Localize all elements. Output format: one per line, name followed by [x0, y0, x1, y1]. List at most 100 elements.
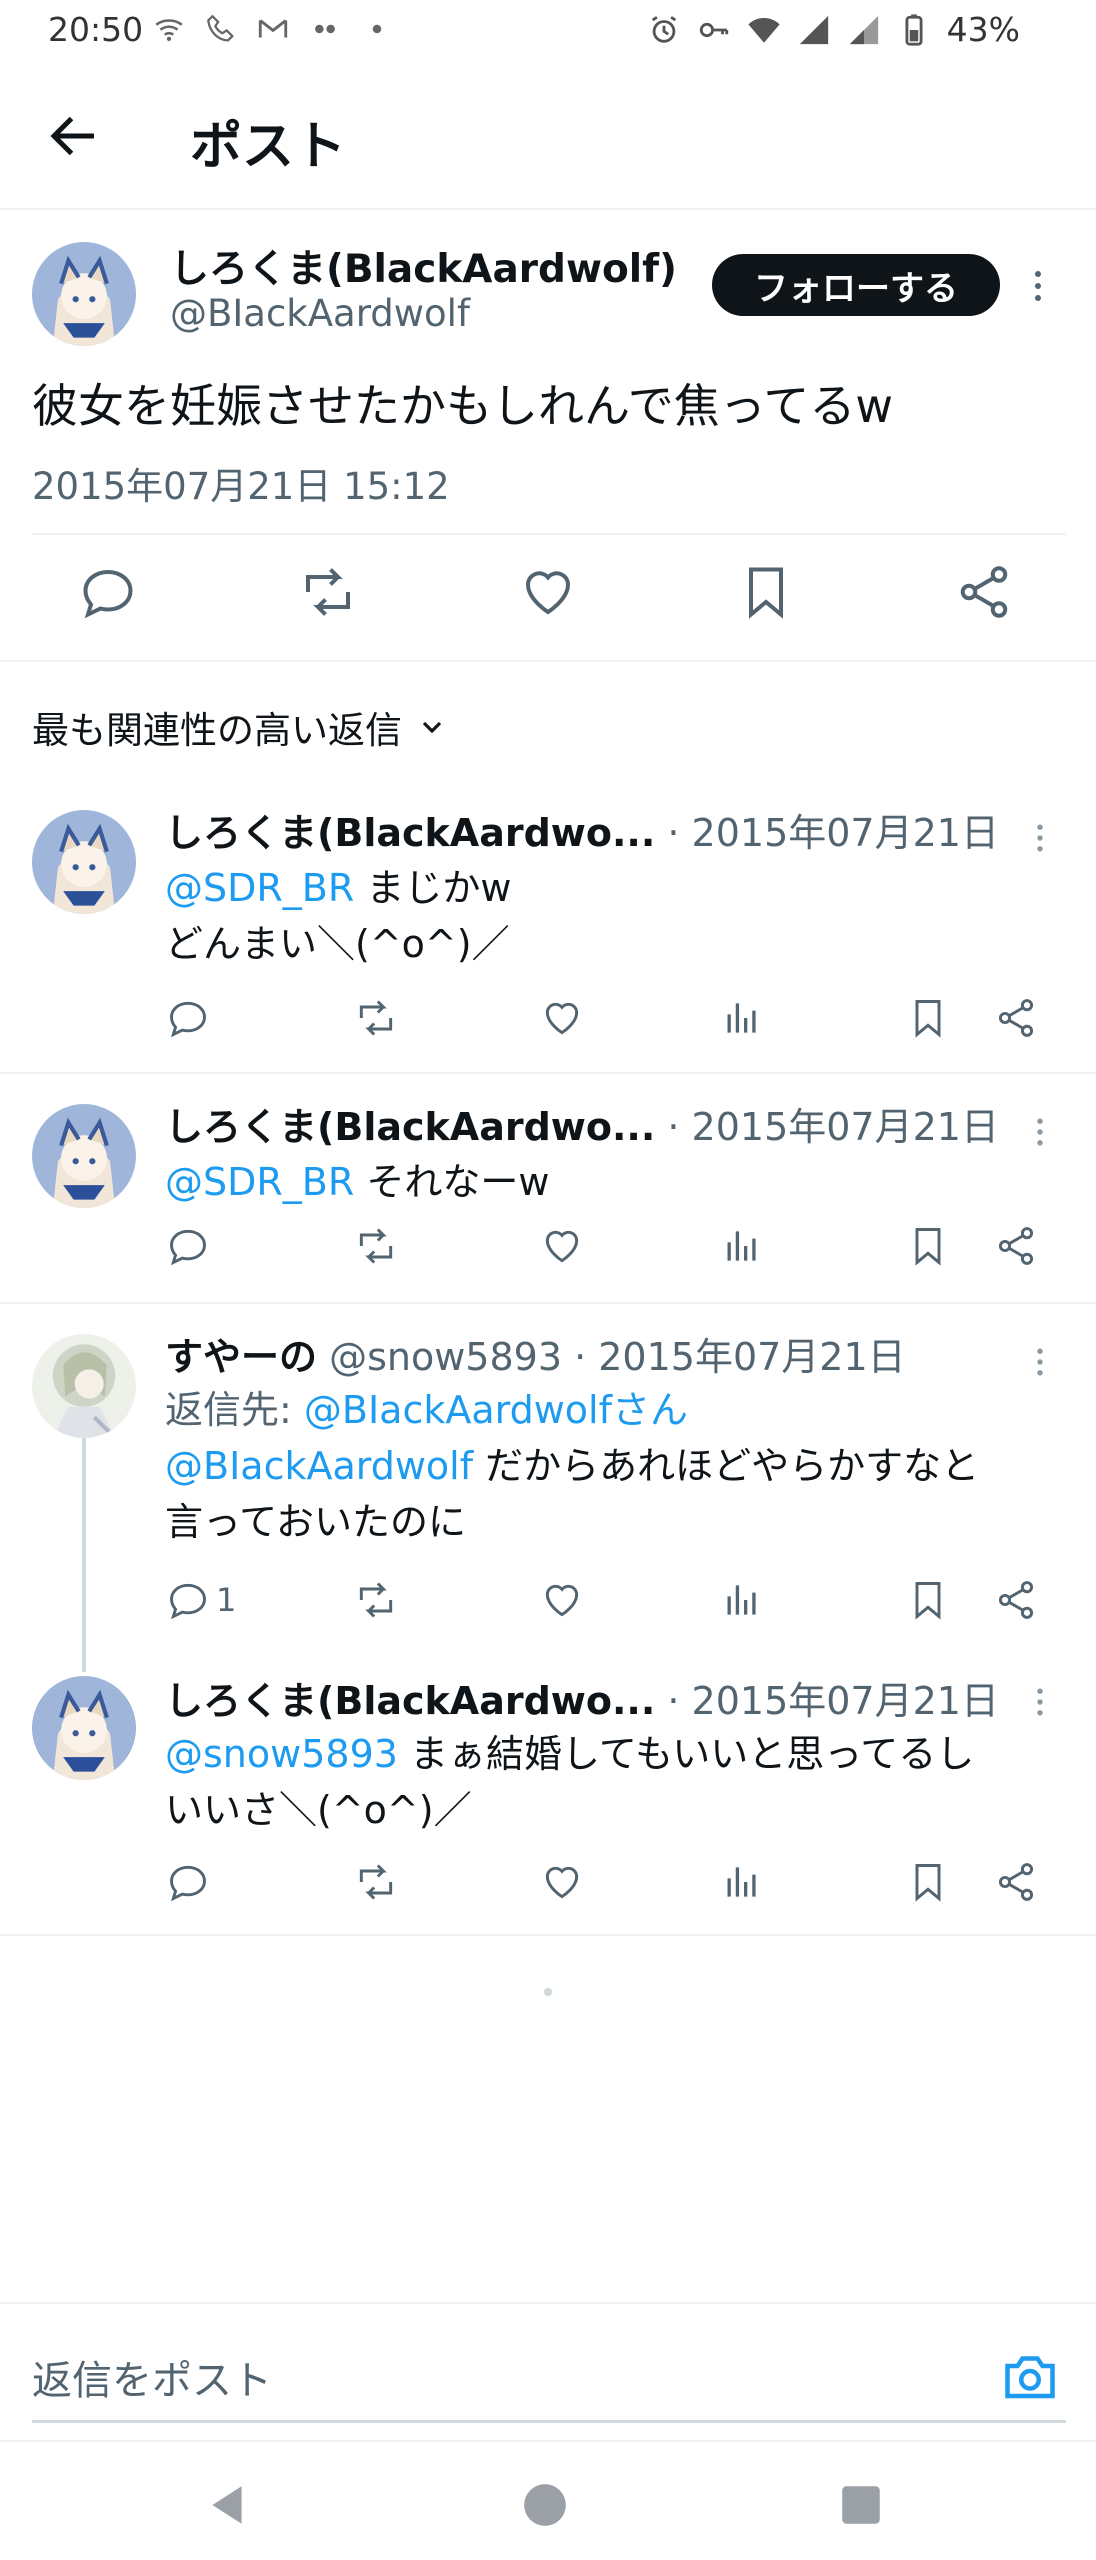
reply-author-name[interactable]: すやーの [165, 1335, 317, 1379]
reply-actions: 1 [0, 1576, 1096, 1632]
like-button[interactable] [540, 1576, 584, 1624]
repost-button[interactable] [354, 1576, 398, 1624]
avatar[interactable] [32, 1676, 136, 1780]
reply-to-link[interactable]: @BIackAardwolfさん [304, 1388, 688, 1432]
reply-item[interactable]: すやーの @snow5893 · 2015年07月21日 返信先: @BIack… [0, 1304, 1096, 1664]
author-name[interactable]: しろくま(BlackAardwolf) [170, 238, 677, 294]
like-button[interactable] [540, 1858, 584, 1906]
reply-icon [170, 1001, 206, 1038]
avatar[interactable] [32, 1334, 136, 1438]
mention-link[interactable]: @SDR_BR [165, 1160, 354, 1204]
reply-text-line: 言っておいたのに [165, 1500, 466, 1544]
nav-back-icon[interactable] [202, 2480, 252, 2530]
views-icon [727, 1867, 756, 1897]
phone-icon [207, 14, 234, 42]
mention-link[interactable]: @BIackAardwolf [165, 1444, 473, 1488]
repost-icon [359, 1864, 393, 1900]
dot-icon [372, 24, 382, 34]
reply-icon [170, 1583, 206, 1620]
repost-icon [359, 1582, 393, 1618]
share-button[interactable] [994, 1576, 1038, 1624]
mention-link[interactable]: @snow5893 [165, 1732, 398, 1776]
main-post: しろくま(BlackAardwolf) @BIackAardwolf フォローす… [0, 210, 1096, 662]
status-right-icons: 43% [647, 10, 1020, 49]
more-icon[interactable] [1030, 820, 1050, 856]
repost-button[interactable] [354, 994, 398, 1042]
reply-sort-dropdown[interactable]: 最も関連性の高い返信 [32, 700, 448, 754]
reply-item[interactable]: しろくま(BlackAardwo... · 2015年07月21日 @snow5… [0, 1664, 1096, 1936]
nav-home-icon[interactable] [520, 2480, 570, 2530]
mention-link[interactable]: @SDR_BR [165, 866, 354, 910]
reply-actions [0, 1858, 1096, 1914]
chevron-down-icon [422, 721, 442, 734]
share-button[interactable] [994, 1858, 1038, 1906]
reply-author-name[interactable]: しろくま(BlackAardwo... [165, 1105, 655, 1149]
reply-meta: · 2015年07月21日 [655, 811, 999, 855]
reply-text: @SDR_BR それなーw [165, 1154, 1055, 1210]
reply-icon [170, 1865, 206, 1902]
reply-icon[interactable] [78, 562, 138, 622]
wifi-call-icon [155, 19, 183, 42]
reply-author-name[interactable]: しろくま(BlackAardwo... [165, 811, 655, 855]
reply-header: すやーの @snow5893 · 2015年07月21日 [165, 1326, 906, 1381]
share-icon [998, 1227, 1034, 1265]
reply-button[interactable]: 1 [166, 1576, 236, 1624]
bookmark-icon[interactable] [736, 562, 796, 622]
repost-icon [359, 1000, 393, 1036]
more-icon[interactable] [1026, 266, 1050, 306]
share-icon[interactable] [954, 562, 1014, 622]
views-button[interactable] [720, 1858, 764, 1906]
views-button[interactable] [720, 1576, 764, 1624]
reply-item[interactable]: しろくま(BlackAardwo... · 2015年07月21日 @SDR_B… [0, 1074, 1096, 1304]
bookmark-button[interactable] [906, 994, 950, 1042]
repost-icon[interactable] [298, 562, 358, 622]
author-handle[interactable]: @BIackAardwolf [170, 292, 470, 335]
system-nav-bar [0, 2440, 1096, 2560]
repost-button[interactable] [354, 1222, 398, 1270]
share-button[interactable] [994, 1222, 1038, 1270]
like-icon[interactable] [518, 562, 578, 622]
reply-button[interactable] [166, 994, 210, 1042]
like-button[interactable] [540, 994, 584, 1042]
avatar[interactable] [32, 810, 136, 914]
reply-text: @snow5893 まぁ結婚してもいいと思ってるし いいさ＼(^o^)／ [165, 1726, 1055, 1838]
bookmark-button[interactable] [906, 1222, 950, 1270]
views-icon [727, 1003, 756, 1033]
reply-button[interactable] [166, 1858, 210, 1906]
gmail-icon [258, 19, 288, 38]
avatar-image [32, 810, 136, 914]
more-icon[interactable] [1030, 1344, 1050, 1380]
key-icon [699, 22, 728, 37]
repost-button[interactable] [354, 1858, 398, 1906]
avatar[interactable] [32, 1104, 136, 1208]
reply-icon [170, 1229, 206, 1266]
reply-button[interactable] [166, 1222, 210, 1270]
reply-author-name[interactable]: しろくま(BlackAardwo... [165, 1679, 655, 1723]
back-arrow-icon[interactable] [44, 106, 104, 166]
follow-button[interactable]: フォローする [712, 254, 1000, 316]
reply-text-line: それなーw [354, 1160, 550, 1204]
nav-recents-icon[interactable] [836, 2480, 886, 2530]
like-button[interactable] [540, 1222, 584, 1270]
alarm-icon [651, 15, 676, 43]
camera-icon[interactable] [1000, 2346, 1060, 2406]
avatar[interactable] [32, 242, 136, 346]
like-icon [545, 1002, 579, 1035]
page-header: ポスト [0, 70, 1096, 210]
loading-indicator [544, 1988, 552, 1996]
wifi-icon [748, 17, 780, 43]
bookmark-button[interactable] [906, 1576, 950, 1624]
share-button[interactable] [994, 994, 1038, 1042]
reply-count: 1 [216, 1581, 237, 1619]
views-button[interactable] [720, 1222, 764, 1270]
more-icon[interactable] [1030, 1684, 1050, 1720]
post-timestamp[interactable]: 2015年07月21日 15:12 [32, 456, 450, 510]
avatar-image [32, 1104, 136, 1208]
more-icon[interactable] [1030, 1114, 1050, 1150]
post-actions [0, 562, 1096, 642]
reply-input[interactable]: 返信をポスト [32, 2348, 272, 2406]
reply-text-line: まぁ結婚してもいいと思ってるし [397, 1732, 975, 1776]
bookmark-button[interactable] [906, 1858, 950, 1906]
reply-item[interactable]: しろくま(BlackAardwo... · 2015年07月21日 @SDR_B… [0, 780, 1096, 1074]
views-button[interactable] [720, 994, 764, 1042]
